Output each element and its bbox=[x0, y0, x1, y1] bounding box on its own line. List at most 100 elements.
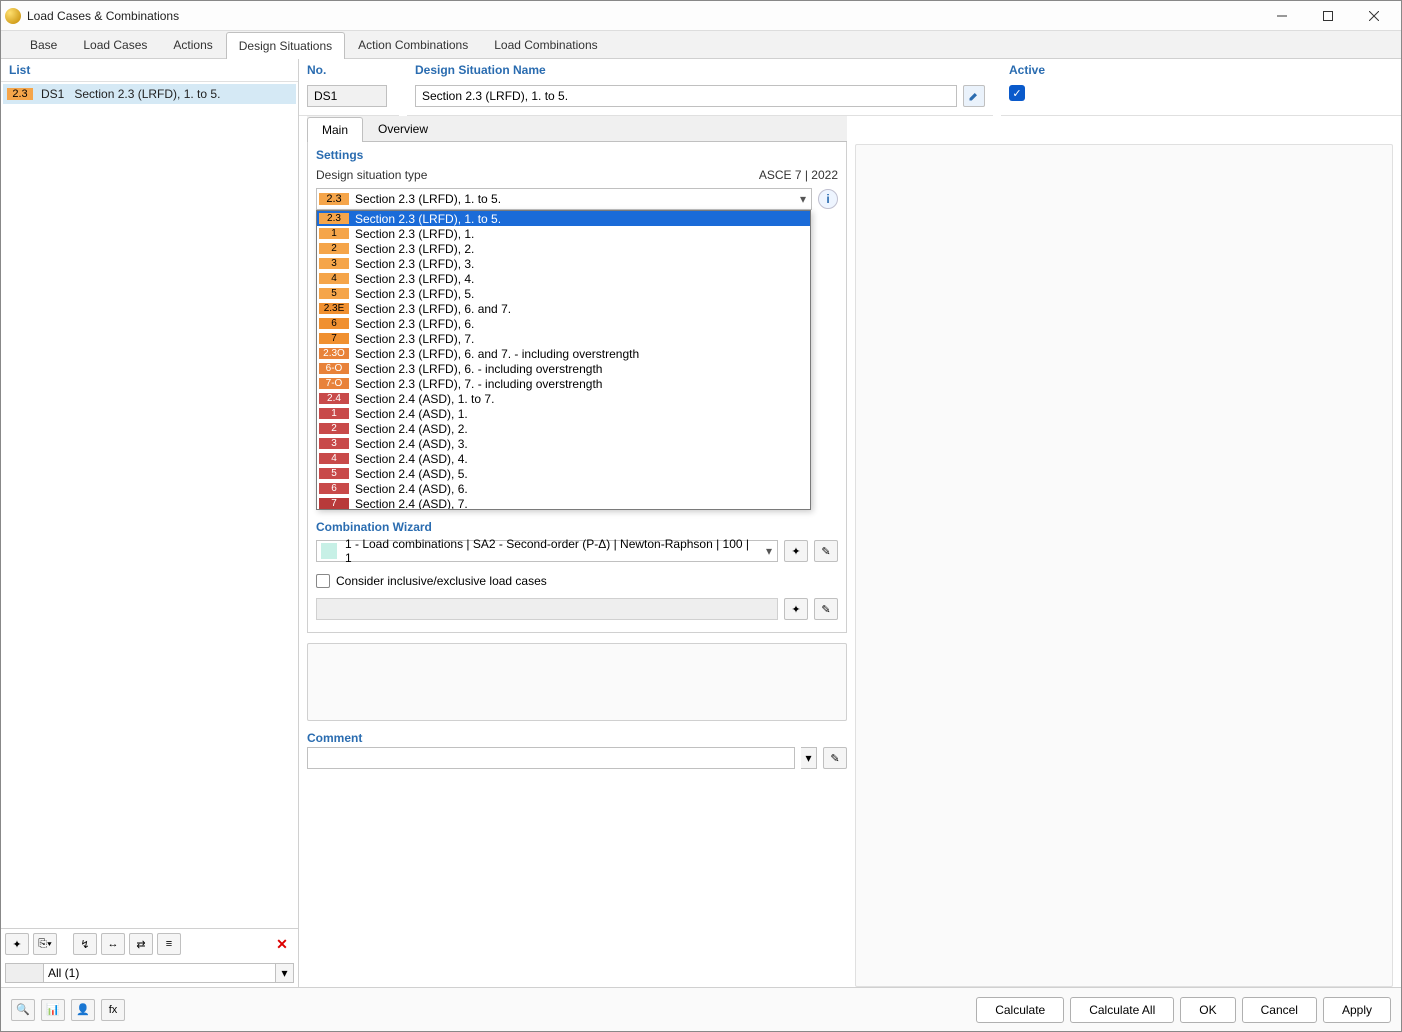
footer-icon-1[interactable]: 🔍 bbox=[11, 999, 35, 1021]
top-tabs: Base Load Cases Actions Design Situation… bbox=[1, 31, 1401, 59]
right-pane: No. Design Situation Name Active bbox=[299, 59, 1401, 987]
dropdown-option[interactable]: 3Section 2.3 (LRFD), 3. bbox=[317, 256, 810, 271]
option-text: Section 2.3 (LRFD), 6. and 7. - includin… bbox=[349, 347, 645, 361]
dropdown-option[interactable]: 2Section 2.4 (ASD), 2. bbox=[317, 421, 810, 436]
filter-swatch bbox=[5, 963, 43, 983]
filter-box[interactable]: ▾ bbox=[5, 963, 294, 983]
name-input[interactable] bbox=[415, 85, 957, 107]
consider-edit-button[interactable]: ✎ bbox=[814, 598, 838, 620]
option-badge: 2.3E bbox=[319, 303, 349, 314]
comment-dropdown-arrow[interactable]: ▾ bbox=[801, 747, 817, 769]
consider-new-button[interactable]: ✦ bbox=[784, 598, 808, 620]
dropdown-option[interactable]: 5Section 2.4 (ASD), 5. bbox=[317, 466, 810, 481]
tab-load-cases[interactable]: Load Cases bbox=[70, 31, 160, 58]
tab-load-combinations[interactable]: Load Combinations bbox=[481, 31, 610, 58]
type-dropdown[interactable]: 2.3 Section 2.3 (LRFD), 1. to 5. ▾ bbox=[316, 188, 812, 210]
new-item-button[interactable]: ✦ bbox=[5, 933, 29, 955]
edit-name-button[interactable] bbox=[963, 85, 985, 107]
tab-base[interactable]: Base bbox=[17, 31, 70, 58]
wizard-select[interactable]: 1 - Load combinations | SA2 - Second-ord… bbox=[316, 540, 778, 562]
no-input bbox=[307, 85, 387, 107]
no-block: No. bbox=[299, 59, 399, 116]
dropdown-option[interactable]: 2.3Section 2.3 (LRFD), 1. to 5. bbox=[317, 211, 810, 226]
filter-input[interactable] bbox=[43, 963, 276, 983]
dropdown-option[interactable]: 2Section 2.3 (LRFD), 2. bbox=[317, 241, 810, 256]
wizard-swatch bbox=[321, 543, 337, 559]
dropdown-option[interactable]: 4Section 2.3 (LRFD), 4. bbox=[317, 271, 810, 286]
dropdown-option[interactable]: 2.4Section 2.4 (ASD), 1. to 7. bbox=[317, 391, 810, 406]
dropdown-option[interactable]: 6Section 2.3 (LRFD), 6. bbox=[317, 316, 810, 331]
option-badge: 6-O bbox=[319, 363, 349, 374]
dropdown-option[interactable]: 1Section 2.3 (LRFD), 1. bbox=[317, 226, 810, 241]
option-text: Section 2.4 (ASD), 2. bbox=[349, 422, 474, 436]
option-badge: 7 bbox=[319, 498, 349, 509]
dropdown-option[interactable]: 5Section 2.3 (LRFD), 5. bbox=[317, 286, 810, 301]
option-badge: 2.3O bbox=[319, 348, 349, 359]
footer-icon-3[interactable]: 👤 bbox=[71, 999, 95, 1021]
option-badge: 3 bbox=[319, 438, 349, 449]
delete-button[interactable]: ✕ bbox=[270, 933, 294, 955]
wizard-edit-button[interactable]: ✎ bbox=[814, 540, 838, 562]
tab-action-combinations[interactable]: Action Combinations bbox=[345, 31, 481, 58]
dropdown-option[interactable]: 1Section 2.4 (ASD), 1. bbox=[317, 406, 810, 421]
minimize-button[interactable] bbox=[1259, 1, 1305, 31]
dropdown-option[interactable]: 3Section 2.4 (ASD), 3. bbox=[317, 436, 810, 451]
option-badge: 2.4 bbox=[319, 393, 349, 404]
toolbar-btn-4[interactable]: ↔ bbox=[101, 933, 125, 955]
filter-dropdown-arrow[interactable]: ▾ bbox=[276, 963, 294, 983]
comment-edit-button[interactable]: ✎ bbox=[823, 747, 847, 769]
option-text: Section 2.3 (LRFD), 4. bbox=[349, 272, 480, 286]
option-text: Section 2.3 (LRFD), 2. bbox=[349, 242, 480, 256]
info-icon[interactable]: i bbox=[818, 189, 838, 209]
option-badge: 7 bbox=[319, 333, 349, 344]
active-checkbox[interactable] bbox=[1009, 85, 1025, 101]
toolbar-btn-6[interactable]: ≡ bbox=[157, 933, 181, 955]
type-label: Design situation type bbox=[316, 168, 427, 182]
calculate-button[interactable]: Calculate bbox=[976, 997, 1064, 1023]
dropdown-option[interactable]: 7Section 2.3 (LRFD), 7. bbox=[317, 331, 810, 346]
list-row[interactable]: 2.3 DS1 Section 2.3 (LRFD), 1. to 5. bbox=[3, 84, 296, 104]
toolbar-btn-5[interactable]: ⇄ bbox=[129, 933, 153, 955]
close-button[interactable] bbox=[1351, 1, 1397, 31]
tab-actions[interactable]: Actions bbox=[160, 31, 225, 58]
wizard-new-button[interactable]: ✦ bbox=[784, 540, 808, 562]
side-preview bbox=[855, 144, 1393, 987]
list-area[interactable]: 2.3 DS1 Section 2.3 (LRFD), 1. to 5. bbox=[1, 82, 298, 928]
consider-checkbox[interactable] bbox=[316, 574, 330, 588]
option-badge: 2.3 bbox=[319, 213, 349, 224]
option-text: Section 2.4 (ASD), 1. to 7. bbox=[349, 392, 500, 406]
subtab-main[interactable]: Main bbox=[307, 117, 363, 142]
dropdown-option[interactable]: 4Section 2.4 (ASD), 4. bbox=[317, 451, 810, 466]
option-text: Section 2.4 (ASD), 4. bbox=[349, 452, 474, 466]
maximize-button[interactable] bbox=[1305, 1, 1351, 31]
type-dropdown-list[interactable]: 2.3Section 2.3 (LRFD), 1. to 5.1Section … bbox=[316, 210, 811, 510]
dropdown-option[interactable]: 7Section 2.4 (ASD), 7. bbox=[317, 496, 810, 510]
dropdown-option[interactable]: 6Section 2.4 (ASD), 6. bbox=[317, 481, 810, 496]
tab-design-situations[interactable]: Design Situations bbox=[226, 32, 345, 59]
option-text: Section 2.3 (LRFD), 5. bbox=[349, 287, 480, 301]
dropdown-option[interactable]: 2.3ESection 2.3 (LRFD), 6. and 7. bbox=[317, 301, 810, 316]
window-title: Load Cases & Combinations bbox=[27, 9, 1259, 23]
ok-button[interactable]: OK bbox=[1180, 997, 1235, 1023]
option-badge: 5 bbox=[319, 288, 349, 299]
option-text: Section 2.3 (LRFD), 1. to 5. bbox=[349, 212, 507, 226]
footer-icon-2[interactable]: 📊 bbox=[41, 999, 65, 1021]
settings-title: Settings bbox=[316, 148, 838, 162]
consider-field bbox=[316, 598, 778, 620]
dropdown-option[interactable]: 6-OSection 2.3 (LRFD), 6. - including ov… bbox=[317, 361, 810, 376]
apply-button[interactable]: Apply bbox=[1323, 997, 1391, 1023]
option-text: Section 2.4 (ASD), 6. bbox=[349, 482, 474, 496]
copy-item-button[interactable]: ⎘▾ bbox=[33, 933, 57, 955]
option-text: Section 2.3 (LRFD), 3. bbox=[349, 257, 480, 271]
footer-icon-4[interactable]: fx bbox=[101, 999, 125, 1021]
calculate-all-button[interactable]: Calculate All bbox=[1070, 997, 1174, 1023]
dropdown-option[interactable]: 2.3OSection 2.3 (LRFD), 6. and 7. - incl… bbox=[317, 346, 810, 361]
subtab-overview[interactable]: Overview bbox=[363, 116, 443, 141]
comment-input[interactable] bbox=[307, 747, 795, 769]
titlebar: Load Cases & Combinations bbox=[1, 1, 1401, 31]
cancel-button[interactable]: Cancel bbox=[1242, 997, 1317, 1023]
option-text: Section 2.4 (ASD), 1. bbox=[349, 407, 474, 421]
dropdown-option[interactable]: 7-OSection 2.3 (LRFD), 7. - including ov… bbox=[317, 376, 810, 391]
toolbar-btn-3[interactable]: ↯ bbox=[73, 933, 97, 955]
option-text: Section 2.4 (ASD), 7. bbox=[349, 497, 474, 511]
